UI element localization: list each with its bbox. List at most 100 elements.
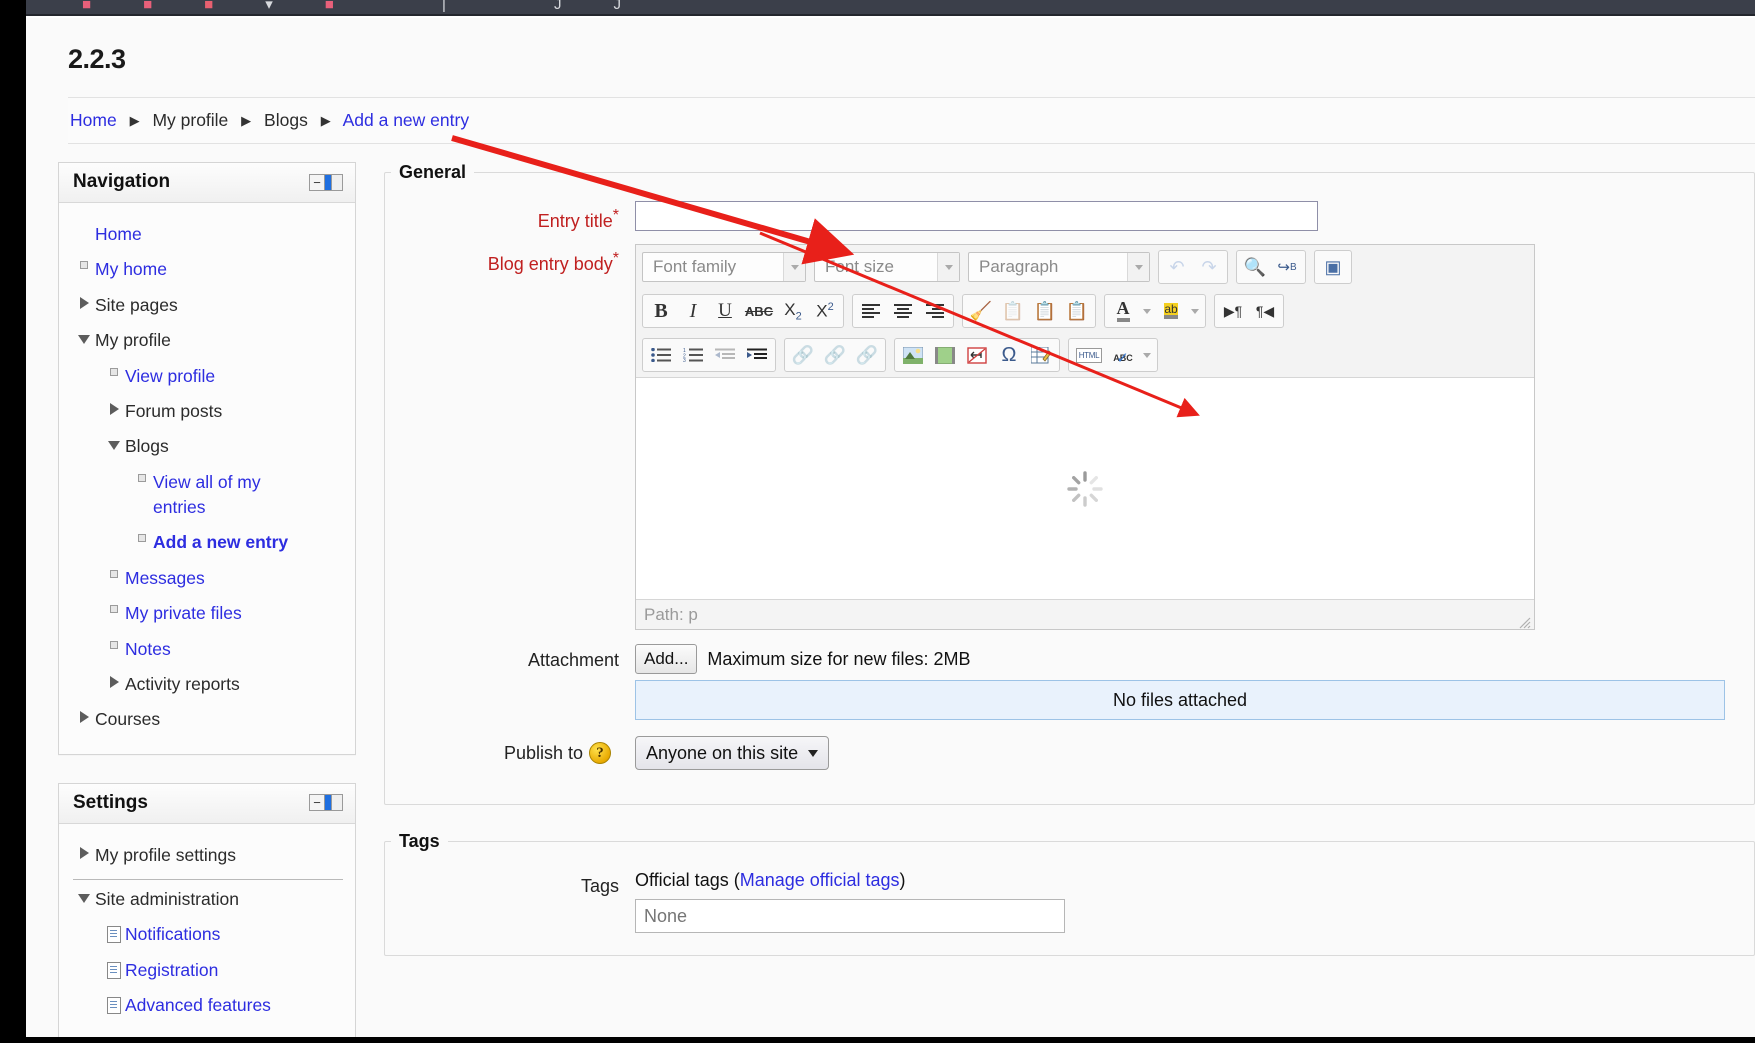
find-icon[interactable]: 🔍 [1240,253,1270,281]
sidebar-item-advanced-features[interactable]: Advanced features [73,988,345,1023]
superscript-icon[interactable]: X2 [810,297,840,325]
triangle-right-icon[interactable] [73,707,95,724]
strikethrough-icon[interactable]: ABC [742,297,776,325]
add-attachment-button[interactable]: Add... [635,644,698,674]
sidebar-item-activity-reports[interactable]: Activity reports [73,667,345,702]
collapse-icon[interactable]: − [309,794,325,812]
sidebar-item-label[interactable]: Registration [125,958,218,983]
collapse-icon[interactable]: − [309,173,325,191]
sidebar-item-blogs[interactable]: Blogs [73,429,345,464]
manage-official-tags-link[interactable]: Manage official tags [740,870,900,890]
navbar-item-8[interactable] [472,0,528,13]
page-break-icon[interactable] [962,341,992,369]
file-manager-empty-area[interactable]: No files attached [635,680,1725,720]
sidebar-item-site-administration[interactable]: Site administration [73,882,345,917]
bold-icon[interactable]: B [646,297,676,325]
sidebar-item-registration[interactable]: Registration [73,953,345,988]
sidebar-item-label[interactable]: Advanced features [125,993,271,1018]
sidebar-item-view-all-of-my-entries[interactable]: View all of my entries [73,465,345,526]
editor-content-area[interactable] [636,377,1534,599]
sidebar-item-label[interactable]: Messages [125,566,205,591]
chevron-down-icon[interactable] [1140,341,1154,369]
paste-icon[interactable]: 📋 [998,297,1028,325]
publish-to-select[interactable]: Anyone on this site [635,736,830,770]
sidebar-item-my-profile-settings[interactable]: My profile settings [73,838,345,873]
chevron-down-icon[interactable] [783,253,805,281]
bullet-list-icon[interactable] [646,341,676,369]
html-source-icon[interactable]: HTML [1072,341,1106,369]
underline-icon[interactable]: U [710,297,740,325]
navbar-item-10[interactable]: J [588,0,648,13]
chevron-down-icon[interactable] [937,253,959,281]
site-navbar[interactable]: ■ ■ ■ ▾ ■ | J J [26,0,1755,16]
font-family-select[interactable]: Font family [642,252,806,282]
clean-format-icon[interactable]: 🧹 [966,297,996,325]
sidebar-item-label[interactable]: Add a new entry [153,530,288,555]
sidebar-item-label[interactable]: My home [95,257,167,282]
navbar-item-9[interactable]: J [528,0,588,13]
sidebar-item-notes[interactable]: Notes [73,632,345,667]
dock-icon[interactable] [325,794,332,812]
navbar-item-5[interactable]: ■ [299,0,360,13]
indent-icon[interactable] [742,341,772,369]
triangle-right-icon[interactable] [73,843,95,859]
resize-handle[interactable] [1519,614,1531,629]
subscript-icon[interactable]: X2 [778,297,808,325]
ltr-icon[interactable]: ▶¶ [1218,297,1248,325]
link-icon[interactable]: 🔗 [788,341,818,369]
navbar-item-1[interactable]: ■ [56,0,117,13]
outdent-icon[interactable] [710,341,740,369]
triangle-right-icon[interactable] [103,399,125,415]
sidebar-item-notifications[interactable]: Notifications [73,917,345,952]
align-right-icon[interactable] [920,297,950,325]
unlink-icon[interactable]: 🔗 [820,341,850,369]
anchor-icon[interactable]: 🔗 [852,341,882,369]
dock-panel-icon[interactable] [332,794,343,812]
sidebar-item-my-private-files[interactable]: My private files [73,596,345,631]
sidebar-item-courses[interactable]: Courses [73,702,345,737]
align-left-icon[interactable] [856,297,886,325]
insert-media-icon[interactable] [930,341,960,369]
triangle-right-icon[interactable] [73,293,95,309]
dock-panel-icon[interactable] [332,173,343,191]
chevron-down-icon[interactable] [808,749,819,757]
sidebar-item-site-pages[interactable]: Site pages [73,288,345,323]
navbar-item-4[interactable]: ▾ [239,0,299,13]
triangle-down-icon[interactable] [73,887,95,903]
entry-title-input[interactable] [635,201,1318,231]
help-icon[interactable]: ? [589,742,611,764]
sidebar-item-label[interactable]: Notifications [125,922,220,947]
special-character-icon[interactable]: Ω [994,341,1024,369]
sidebar-item-my-home[interactable]: My home [73,252,345,287]
navbar-item-2[interactable]: ■ [117,0,178,13]
align-center-icon[interactable] [888,297,918,325]
navbar-item-6[interactable] [360,0,416,13]
sidebar-item-add-a-new-entry[interactable]: Add a new entry [73,525,345,560]
rtl-icon[interactable]: ¶◀ [1250,297,1280,325]
sidebar-item-label[interactable]: View profile [125,364,215,389]
edit-table-icon[interactable] [1026,341,1056,369]
dock-icon[interactable] [325,173,332,191]
font-size-select[interactable]: Font size [814,252,960,282]
sidebar-item-view-profile[interactable]: View profile [73,359,345,394]
paste-word-icon[interactable]: 📋 [1062,297,1092,325]
numbered-list-icon[interactable]: 123 [678,341,708,369]
sidebar-item-messages[interactable]: Messages [73,561,345,596]
paragraph-format-select[interactable]: Paragraph [968,252,1150,282]
breadcrumb-item-add-a-new-entry[interactable]: Add a new entry [343,110,469,130]
triangle-down-icon[interactable] [103,434,125,451]
navbar-item-3[interactable]: ■ [178,0,239,13]
chevron-down-icon[interactable] [1140,297,1154,325]
sidebar-item-label[interactable]: View all of my entries [153,470,303,521]
redo-icon[interactable]: ↷ [1194,253,1224,281]
breadcrumb-item-home[interactable]: Home [70,110,117,130]
triangle-down-icon[interactable] [73,328,95,345]
fullscreen-icon[interactable]: ▣ [1318,253,1348,281]
highlight-color-icon[interactable]: ab [1156,297,1186,325]
sidebar-item-label[interactable]: My private files [125,601,242,626]
sidebar-item-home[interactable]: Home [73,217,345,252]
navbar-item-7[interactable]: | [416,0,472,13]
insert-image-icon[interactable] [898,341,928,369]
chevron-down-icon[interactable] [1127,253,1149,281]
official-tags-input[interactable] [635,899,1065,933]
